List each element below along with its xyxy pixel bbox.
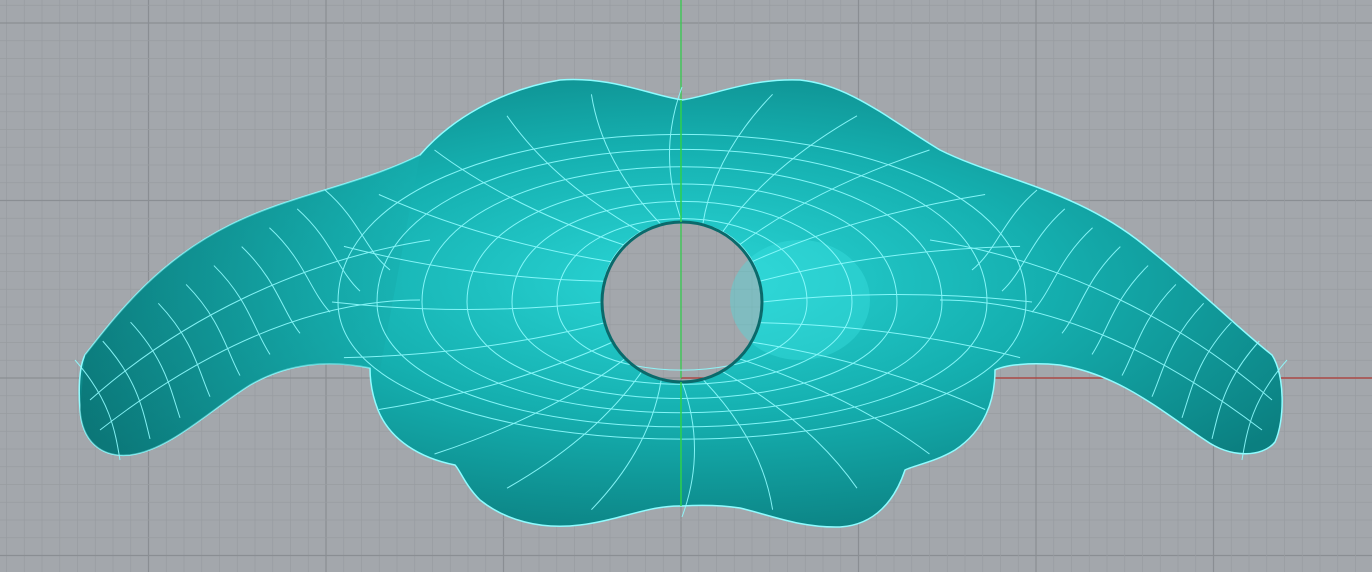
3d-viewport[interactable] bbox=[0, 0, 1372, 572]
viewport-canvas[interactable] bbox=[0, 0, 1372, 572]
